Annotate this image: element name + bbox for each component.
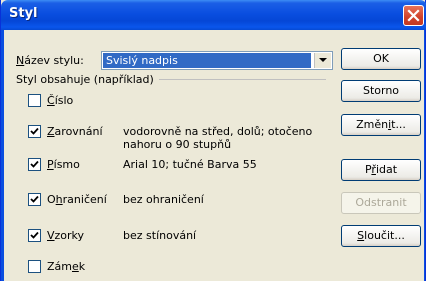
option-label-zamek: Zámek [47,260,86,273]
checkmark-icon [30,231,39,239]
style-name-value: Svislý nadpis [103,53,311,68]
option-desc-pismo: Arial 10; tučné Barva 55 [123,158,257,171]
storno-button[interactable]: Storno [341,80,421,102]
checkmark-icon [30,160,39,168]
checkbox-vzorky[interactable] [28,229,41,242]
option-desc-zarovnani-line1: vodorovně na střed, dolů; otočeno [123,125,313,138]
ok-button[interactable]: OK [341,48,421,70]
option-desc-ohraniceni: bez ohraničení [123,193,204,206]
group-label: Styl obsahuje (například) [16,73,154,86]
odstranit-button[interactable]: Odstranit [341,192,421,214]
checkbox-cislo[interactable] [28,94,41,107]
option-label-pismo: Písmo [47,158,80,171]
checkbox-zamek[interactable] [28,260,41,273]
option-desc-vzorky: bez stínování [123,229,197,242]
close-icon [407,9,420,22]
title-bar[interactable]: Styl [1,0,426,30]
option-label-zarovnani: Zarovnání [47,125,103,138]
group-divider [159,79,326,80]
pridat-button[interactable]: Přidat [341,159,421,181]
checkmark-icon [30,195,39,203]
checkmark-icon [30,127,39,135]
style-name-combobox[interactable]: Svislý nadpis [101,51,333,70]
chevron-down-icon [319,58,327,62]
window-title: Styl [9,6,38,21]
option-label-vzorky: Vzorky [47,229,85,242]
checkbox-zarovnani[interactable] [28,125,41,138]
combo-dropdown-button[interactable] [314,53,331,68]
style-dialog: Styl Název stylu: Svislý nadpis Styl obs… [0,0,426,281]
close-button[interactable] [403,5,424,26]
checkbox-pismo[interactable] [28,158,41,171]
option-label-ohraniceni: Ohraničení [47,193,107,206]
option-label-cislo: Číslo [47,94,74,107]
zmenit-button[interactable]: Změnit... [341,114,421,136]
option-desc-zarovnani-line2: nahoru o 90 stupňů [123,138,232,151]
checkbox-ohraniceni[interactable] [28,193,41,206]
sloucit-button[interactable]: Sloučit... [341,225,421,247]
style-name-label: Název stylu: [16,54,84,67]
